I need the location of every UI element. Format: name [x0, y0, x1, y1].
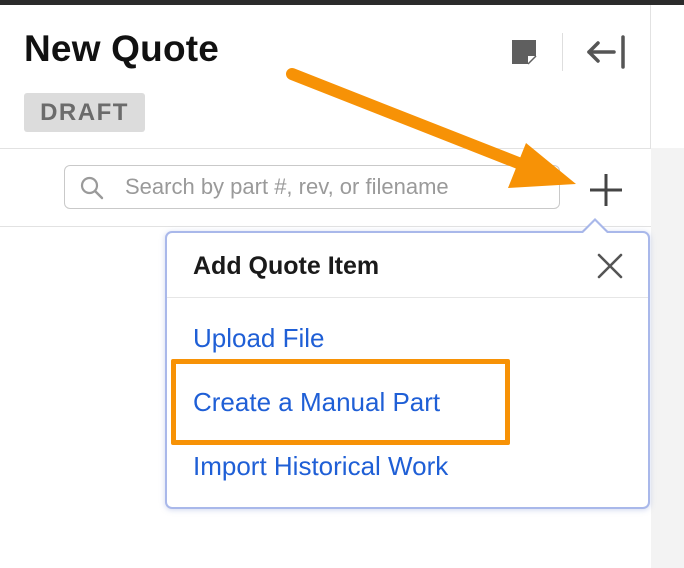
highlight-annotation-box: [171, 359, 510, 445]
popover-divider: [167, 297, 648, 298]
window-top-bar: [0, 0, 684, 5]
section-divider: [0, 226, 651, 227]
popover-caret-fill: [582, 221, 608, 234]
collapse-panel-icon[interactable]: [586, 35, 626, 69]
upload-file-link[interactable]: Upload File: [193, 323, 325, 354]
plus-icon[interactable]: [586, 170, 626, 210]
import-historical-work-link[interactable]: Import Historical Work: [193, 451, 448, 482]
sticky-note-icon[interactable]: [509, 37, 539, 67]
header-divider: [562, 33, 563, 71]
search-icon: [80, 176, 104, 200]
page-title: New Quote: [24, 28, 220, 69]
search-field[interactable]: [64, 165, 560, 209]
close-icon[interactable]: [595, 251, 625, 281]
search-input[interactable]: [125, 166, 545, 207]
panel-border: [650, 5, 651, 148]
status-badge: DRAFT: [24, 93, 145, 132]
popover-title: Add Quote Item: [193, 252, 380, 280]
section-divider: [0, 148, 651, 149]
adjacent-panel: [651, 148, 684, 568]
